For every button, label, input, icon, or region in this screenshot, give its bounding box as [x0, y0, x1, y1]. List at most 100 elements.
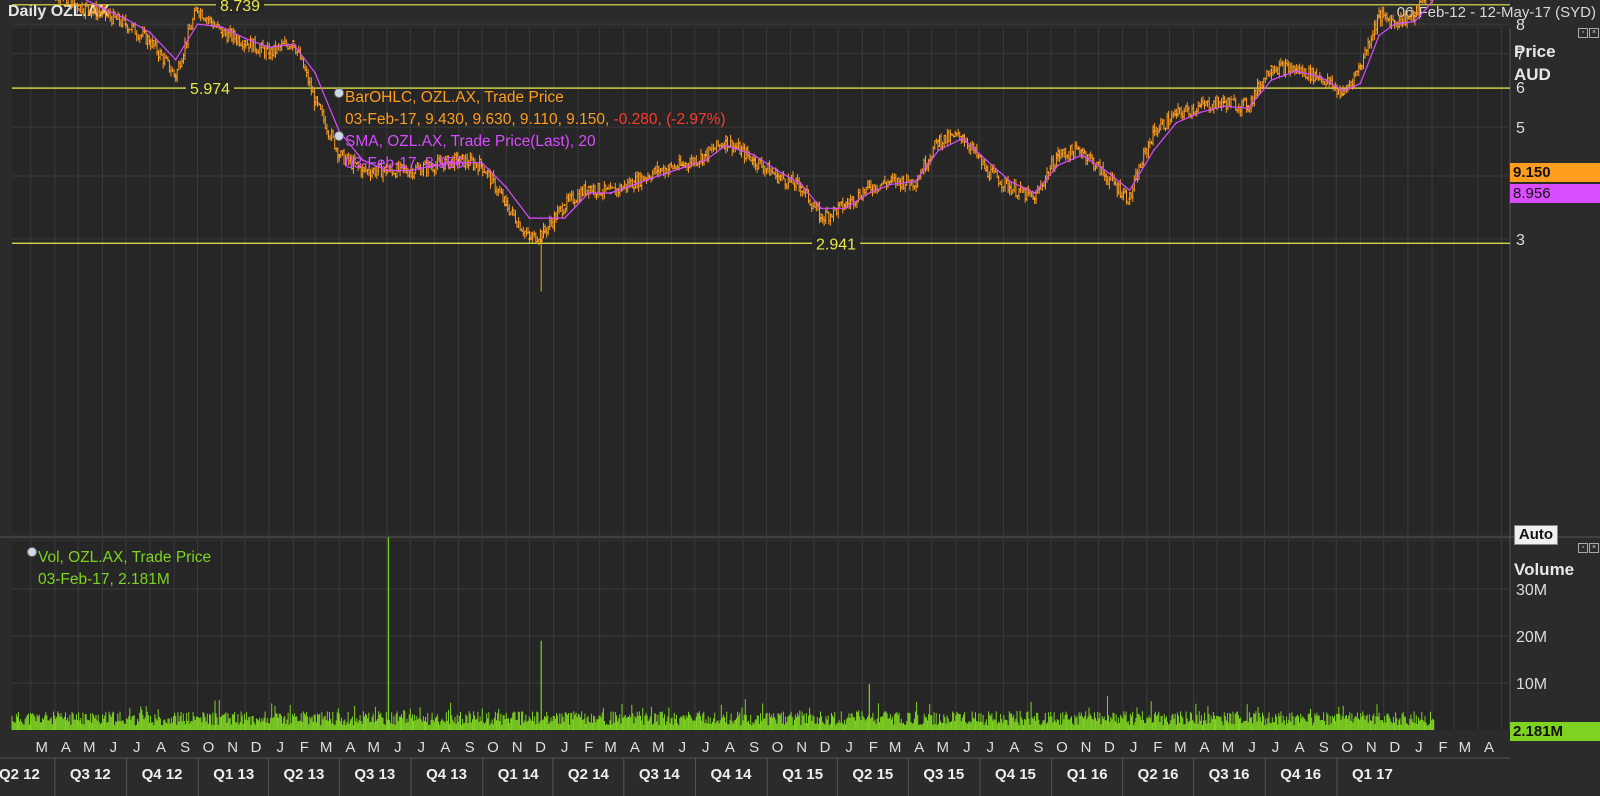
month-tick-label: O — [203, 739, 215, 756]
month-tick-label: A — [914, 739, 924, 756]
month-tick-label: F — [869, 739, 878, 756]
ohlc-legend-handle-icon[interactable] — [334, 88, 344, 98]
month-tick-label: A — [1295, 739, 1305, 756]
ohlc-close-point — [1080, 148, 1084, 152]
last-price-tag: 9.150 — [1510, 163, 1600, 182]
sma-point — [196, 23, 199, 26]
month-tick-label: M — [889, 739, 902, 756]
quarter-tick-label: Q2 16 — [1138, 766, 1179, 783]
sma-point — [1393, 23, 1396, 26]
sma-point — [704, 159, 707, 162]
ohlc-close-point — [1222, 101, 1226, 104]
ohlc-close-point — [313, 101, 317, 104]
volume-panel-close-icon[interactable]: × — [1589, 543, 1599, 553]
ohlc-close-point — [752, 158, 756, 162]
sma-point — [101, 7, 104, 10]
month-tick-label: N — [796, 739, 807, 756]
ohlc-close-point — [1413, 14, 1417, 18]
sma-point — [1128, 189, 1131, 191]
ohlc-close-point — [800, 185, 803, 189]
sma-point — [174, 58, 177, 61]
last-volume-tag: 2.181M — [1510, 722, 1600, 741]
month-tick-label: M — [936, 739, 949, 756]
chart-window: Daily OZL.AX 06-Feb-12 - 12-May-17 (SYD)… — [0, 0, 1600, 796]
sma-legend-handle-icon[interactable] — [334, 131, 344, 141]
month-tick-label: J — [845, 739, 853, 756]
sma-point — [1152, 149, 1155, 152]
sma-point — [292, 43, 295, 46]
month-tick-label: M — [652, 739, 665, 756]
month-tick-label: S — [1319, 739, 1329, 756]
support-label: 5.974 — [190, 81, 230, 98]
month-tick-label: J — [418, 739, 426, 756]
price-panel-close-icon[interactable]: × — [1589, 28, 1599, 38]
ohlc-close-point — [338, 153, 341, 157]
auto-scale-button[interactable]: Auto — [1514, 525, 1558, 545]
month-tick-label: D — [1104, 739, 1115, 756]
month-tick-label: J — [963, 739, 971, 756]
quarter-tick-label: Q4 16 — [1280, 766, 1321, 783]
ohlc-close-point — [819, 216, 823, 220]
ohlc-close-point — [1342, 93, 1345, 96]
sma-legend-name: SMA, OZL.AX, Trade Price(Last), 20 — [345, 133, 596, 150]
quarter-tick-label: Q3 16 — [1209, 766, 1250, 783]
ohlc-close-point — [563, 203, 566, 207]
sma-point — [1359, 82, 1362, 85]
volume-panel-minimize-icon[interactable]: ▫ — [1578, 543, 1588, 553]
ohlc-close-point — [268, 52, 271, 55]
ohlc-close-point — [724, 139, 728, 142]
sma-point — [844, 207, 847, 210]
quarter-tick-label: Q4 12 — [142, 766, 183, 783]
sma-point — [505, 186, 508, 189]
ohlc-close-point — [1270, 65, 1273, 68]
sma-point — [776, 169, 779, 172]
month-tick-label: J — [394, 739, 402, 756]
quarter-tick-label: Q1 15 — [782, 766, 823, 783]
ohlc-close-point — [985, 169, 988, 172]
month-tick-label: D — [251, 739, 262, 756]
ohlc-close-point — [1056, 153, 1060, 157]
month-tick-label: S — [749, 739, 759, 756]
quarter-tick-label: Q2 14 — [568, 766, 610, 783]
ohlc-close-point — [704, 153, 707, 157]
sma-point — [1270, 79, 1273, 81]
ohlc-close-point — [480, 164, 484, 167]
ohlc-values-text: 03-Feb-17, 9.430, 9.630, 9.110, 9.150, — [345, 111, 610, 128]
month-tick-label: D — [1389, 739, 1400, 756]
month-tick-label: N — [1366, 739, 1377, 756]
ohlc-close-point — [656, 169, 660, 172]
month-tick-label: S — [465, 739, 475, 756]
month-tick-label: J — [702, 739, 710, 756]
price-panel-minimize-icon[interactable]: ▫ — [1578, 28, 1588, 38]
month-tick-label: F — [300, 739, 309, 756]
sma-point — [820, 207, 822, 210]
month-tick-label: S — [1034, 739, 1044, 756]
month-tick-label: D — [535, 739, 546, 756]
ohlc-close-point — [1009, 185, 1012, 189]
month-tick-label: O — [487, 739, 499, 756]
month-tick-label: J — [1248, 739, 1256, 756]
quarter-tick-label: Q1 16 — [1067, 766, 1108, 783]
month-tick-label: M — [1459, 739, 1472, 756]
sma-point — [961, 137, 964, 140]
month-tick-label: A — [1009, 739, 1019, 756]
sma-point — [1223, 105, 1225, 108]
ohlc-close-point — [1359, 65, 1362, 68]
sma-point — [1414, 20, 1416, 23]
sma-point — [937, 149, 940, 152]
quarter-tick-label: Q4 13 — [426, 766, 467, 783]
sma-point — [528, 217, 531, 219]
volume-legend-handle-icon[interactable] — [27, 547, 37, 557]
sma-point — [890, 183, 893, 186]
month-tick-label: A — [61, 739, 71, 756]
sma-point — [868, 192, 871, 194]
month-tick-label: A — [1484, 739, 1494, 756]
sma-point — [220, 26, 223, 28]
chart-canvas[interactable]: 3456781010M20M30MMAMJJASONDJFMAMJJASONDJ… — [0, 0, 1600, 796]
quarter-tick-label: Q1 13 — [213, 766, 254, 783]
ohlc-close-point — [528, 237, 531, 241]
ohlc-legend-values: 03-Feb-17, 9.430, 9.630, 9.110, 9.150, -… — [345, 111, 726, 129]
month-tick-label: N — [1081, 739, 1092, 756]
ohlc-close-point — [937, 139, 940, 142]
sma-point — [633, 183, 636, 186]
